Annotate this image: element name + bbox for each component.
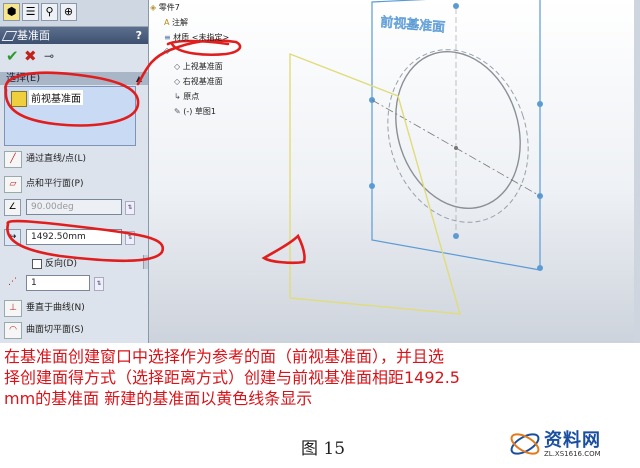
figure-label: 图 15 — [301, 439, 346, 459]
watermark-url: ZL.XS1616.COM — [544, 450, 601, 458]
tree-item-material[interactable]: ≡ 材质 <未指定> — [164, 32, 229, 43]
tree-item-right-plane[interactable]: ◇ 右视基准面 — [174, 76, 223, 87]
plane-handle[interactable] — [369, 183, 375, 189]
part-icon: ◈ — [150, 3, 157, 12]
viewport-edge — [634, 0, 640, 343]
distance-circle-mark — [6, 219, 165, 263]
tree-item-origin[interactable]: ↳ 原点 — [174, 91, 199, 102]
origin-icon: ↳ — [174, 92, 181, 101]
origin-point — [454, 146, 458, 150]
plane-icon: ◇ — [164, 46, 171, 55]
watermark-logo-icon — [510, 433, 540, 455]
tree-item-sketch[interactable]: ✎ (-) 草图1 — [174, 106, 216, 117]
tree-item-front-plane[interactable]: ◇ — [164, 46, 170, 55]
tree-item-label: 材质 <未指定> — [173, 33, 230, 42]
caption-line: 择创建面得方式（选择距离方式）创建与前视基准面相距1492.5 — [4, 368, 460, 387]
watermark-text: 资料网 — [544, 430, 601, 451]
watermark: 资料网 ZL.XS1616.COM — [508, 420, 640, 468]
reference-circle-mark — [4, 71, 140, 127]
plane-icon: ◇ — [174, 62, 181, 71]
tree-item-label: 注解 — [172, 18, 189, 27]
tree-item-label: (-) 草图1 — [183, 107, 217, 116]
feature-tree: ◈ 零件7 A 注解 ≡ 材质 <未指定> ◇ ◇ 上视基准面 ◇ 右视基准面 … — [150, 2, 270, 122]
tree-item-top-plane[interactable]: ◇ 上视基准面 — [174, 61, 223, 72]
plane-icon: ◇ — [174, 77, 181, 86]
annotation-icon: A — [164, 18, 170, 27]
graphics-viewport[interactable]: 前视基准面 — [0, 0, 640, 343]
tree-item-label: 右视基准面 — [182, 77, 223, 86]
material-icon: ≡ — [164, 33, 171, 42]
tree-item-annotations[interactable]: A 注解 — [164, 17, 188, 28]
tree-root-label: 零件7 — [158, 3, 180, 12]
caption-line: 在基准面创建窗口中选择作为参考的面（前视基准面），并且选 — [4, 347, 445, 366]
plane-handle[interactable] — [537, 101, 543, 107]
tree-item-label: 上视基准面 — [182, 62, 223, 71]
plane-handle[interactable] — [537, 265, 543, 271]
tree-item-label: 原点 — [183, 92, 200, 101]
annotation-caption: 在基准面创建窗口中选择作为参考的面（前视基准面），并且选 择创建面得方式（选择距… — [4, 346, 634, 409]
sketch-icon: ✎ — [174, 107, 181, 116]
tree-root[interactable]: ◈ 零件7 — [150, 2, 180, 13]
caption-line: mm的基准面 新建的基准面以黄色线条显示 — [4, 389, 313, 408]
